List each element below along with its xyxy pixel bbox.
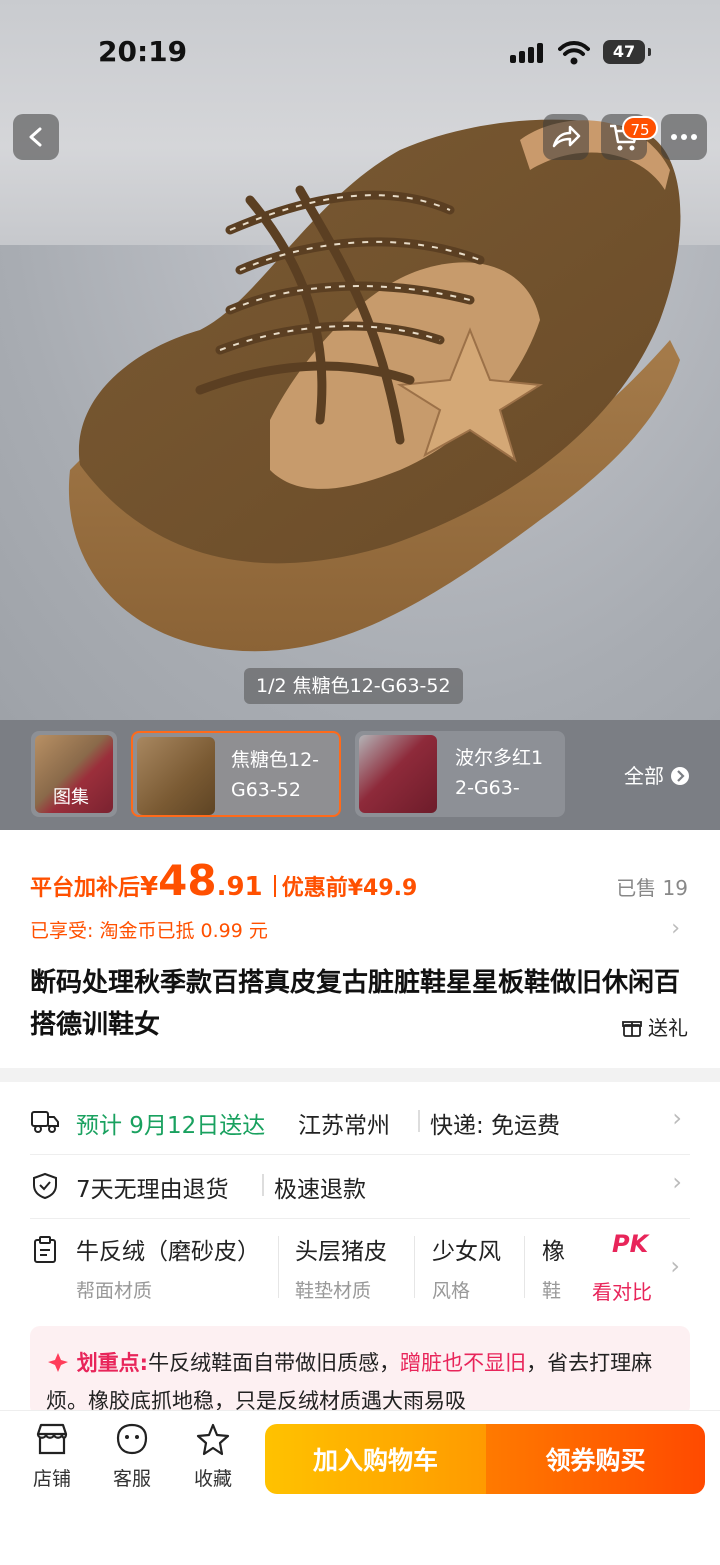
chevron-circle-right-icon: [671, 767, 690, 785]
signal-icon: [510, 43, 546, 63]
gallery-label: 图集: [53, 787, 89, 808]
attribute-value: 头层猪皮: [295, 1239, 387, 1265]
price-divider: [273, 875, 276, 897]
highlight-box: 划重点:牛反绒鞋面自带做旧质感，蹭脏也不显旧，省去打理麻烦。橡胶底抓地稳，只是反…: [30, 1326, 690, 1416]
clipboard-icon: [34, 1236, 56, 1263]
attribute-separator: [524, 1236, 525, 1298]
price-before-discount: 优惠前¥49.9: [281, 876, 418, 901]
returns-policy: 7天无理由退货: [76, 1177, 229, 1203]
highlight-text: 划重点:牛反绒鞋面自带做旧质感，蹭脏也不显旧，省去打理麻烦。橡胶底抓地稳，只是反…: [46, 1344, 676, 1416]
all-variants-link[interactable]: 全部: [624, 760, 690, 789]
delivery-eta: 预计 9月12日送达: [76, 1113, 266, 1139]
store-button[interactable]: 店铺: [22, 1422, 82, 1491]
status-time: 20:19: [98, 35, 188, 68]
delivery-chevron-icon: ›: [672, 1104, 682, 1132]
highlight-emphasis: 蹭脏也不显旧: [400, 1351, 527, 1375]
discount-text: 淘金币已抵 0.99 元: [99, 920, 268, 942]
more-button[interactable]: [661, 114, 707, 160]
compare-button[interactable]: PK 看对比: [578, 1224, 674, 1310]
bordeaux-thumbnail: [359, 735, 437, 813]
shield-check-icon: [33, 1172, 57, 1200]
delivery-row[interactable]: 预计 9月12日送达 江苏常州 快递: 免运费 ›: [30, 1090, 690, 1155]
service-label: 客服: [112, 1468, 151, 1490]
attributes-chevron-icon: ›: [670, 1252, 680, 1280]
service-button[interactable]: 客服: [102, 1422, 162, 1491]
sparkle-icon: [48, 1353, 68, 1372]
price-decimal: .91: [216, 872, 263, 902]
highlight-text-1: 牛反绒鞋面自带做旧质感，: [148, 1351, 401, 1375]
returns-refund: 极速退款: [274, 1177, 366, 1203]
variant-gallery[interactable]: 图集: [31, 731, 117, 817]
highlight-title: 划重点:: [76, 1351, 149, 1375]
attribute-separator: [278, 1236, 279, 1298]
attribute-key: 风格: [432, 1280, 471, 1302]
discount-chevron-icon: ›: [671, 916, 680, 941]
gift-button[interactable]: 送礼: [621, 1012, 688, 1041]
truck-icon: [31, 1111, 59, 1133]
returns-divider: [262, 1174, 264, 1196]
battery-icon: 47: [603, 40, 645, 64]
attribute-key: 帮面材质: [76, 1280, 153, 1302]
battery-tip: [648, 48, 651, 56]
pk-badge: PK: [612, 1230, 649, 1258]
caramel-label: 焦糖色12-G63-52: [231, 749, 320, 801]
share-icon: [552, 125, 581, 148]
product-image[interactable]: 20:19 47 75 1/2 焦糖色12-G63-52: [0, 0, 720, 720]
favorite-label: 收藏: [193, 1468, 232, 1490]
shoe-illustration: [68, 119, 681, 652]
share-button[interactable]: [543, 114, 589, 160]
cart-count-badge: 75: [622, 116, 658, 140]
attribute-key: 鞋垫材质: [295, 1280, 372, 1302]
attribute-insole-material: 头层猪皮 鞋垫材质: [295, 1232, 387, 1303]
image-counter: 1/2 焦糖色12-G63-52: [244, 668, 463, 704]
all-variants-label: 全部: [624, 764, 664, 788]
attribute-value: 橡: [542, 1239, 565, 1265]
chevron-left-icon: [29, 127, 42, 147]
variant-bordeaux[interactable]: 波尔多红12-G63-: [355, 731, 565, 817]
variant-caramel[interactable]: 焦糖色12-G63-52: [131, 731, 341, 817]
delivery-origin: 江苏常州: [298, 1113, 390, 1139]
gift-icon: [621, 1021, 642, 1037]
gift-label: 送礼: [648, 1016, 688, 1040]
customer-service-icon: [116, 1423, 148, 1455]
delivery-shipping: 快递: 免运费: [430, 1113, 561, 1139]
favorite-button[interactable]: 收藏: [183, 1422, 243, 1491]
status-bar: 20:19 47: [0, 0, 720, 100]
compare-label: 看对比: [592, 1280, 652, 1304]
price-integer: 48: [158, 856, 217, 905]
attribute-key: 鞋: [542, 1280, 562, 1302]
buy-with-coupon-button[interactable]: 领券购买: [486, 1424, 705, 1494]
store-label: 店铺: [32, 1468, 71, 1490]
wifi-icon: [558, 41, 590, 65]
discount-label: 已享受:: [30, 920, 94, 942]
attribute-value: 少女风: [432, 1239, 501, 1265]
price-row: 平台加补后¥48.91 优惠前¥49.9: [30, 856, 417, 912]
store-icon: [36, 1423, 68, 1455]
attribute-outsole: 橡 鞋: [542, 1232, 572, 1303]
sold-count: 已售 19: [616, 876, 688, 900]
price-currency: ¥: [140, 872, 159, 902]
product-title: 断码处理秋季款百搭真皮复古脏脏鞋星星板鞋做旧休闲百搭德训鞋女: [30, 968, 681, 1040]
back-button[interactable]: [13, 114, 59, 160]
bordeaux-label: 波尔多红12-G63-: [455, 747, 544, 799]
price-prefix: 平台加补后: [30, 876, 141, 901]
delivery-divider: [418, 1110, 420, 1132]
returns-row[interactable]: 7天无理由退货 极速退款 ›: [30, 1154, 690, 1219]
star-icon: [196, 1423, 230, 1456]
attribute-value: 牛反绒（磨砂皮）: [76, 1239, 260, 1265]
attribute-style: 少女风 风格: [432, 1232, 501, 1303]
add-to-cart-button[interactable]: 加入购物车: [265, 1424, 486, 1494]
more-dots-icon: [671, 134, 697, 140]
discount-row[interactable]: 已享受: 淘金币已抵 0.99 元: [30, 916, 268, 943]
returns-chevron-icon: ›: [672, 1168, 682, 1196]
attribute-upper-material: 牛反绒（磨砂皮） 帮面材质: [76, 1232, 260, 1303]
caramel-thumbnail: [137, 737, 215, 815]
attribute-separator: [414, 1236, 415, 1298]
